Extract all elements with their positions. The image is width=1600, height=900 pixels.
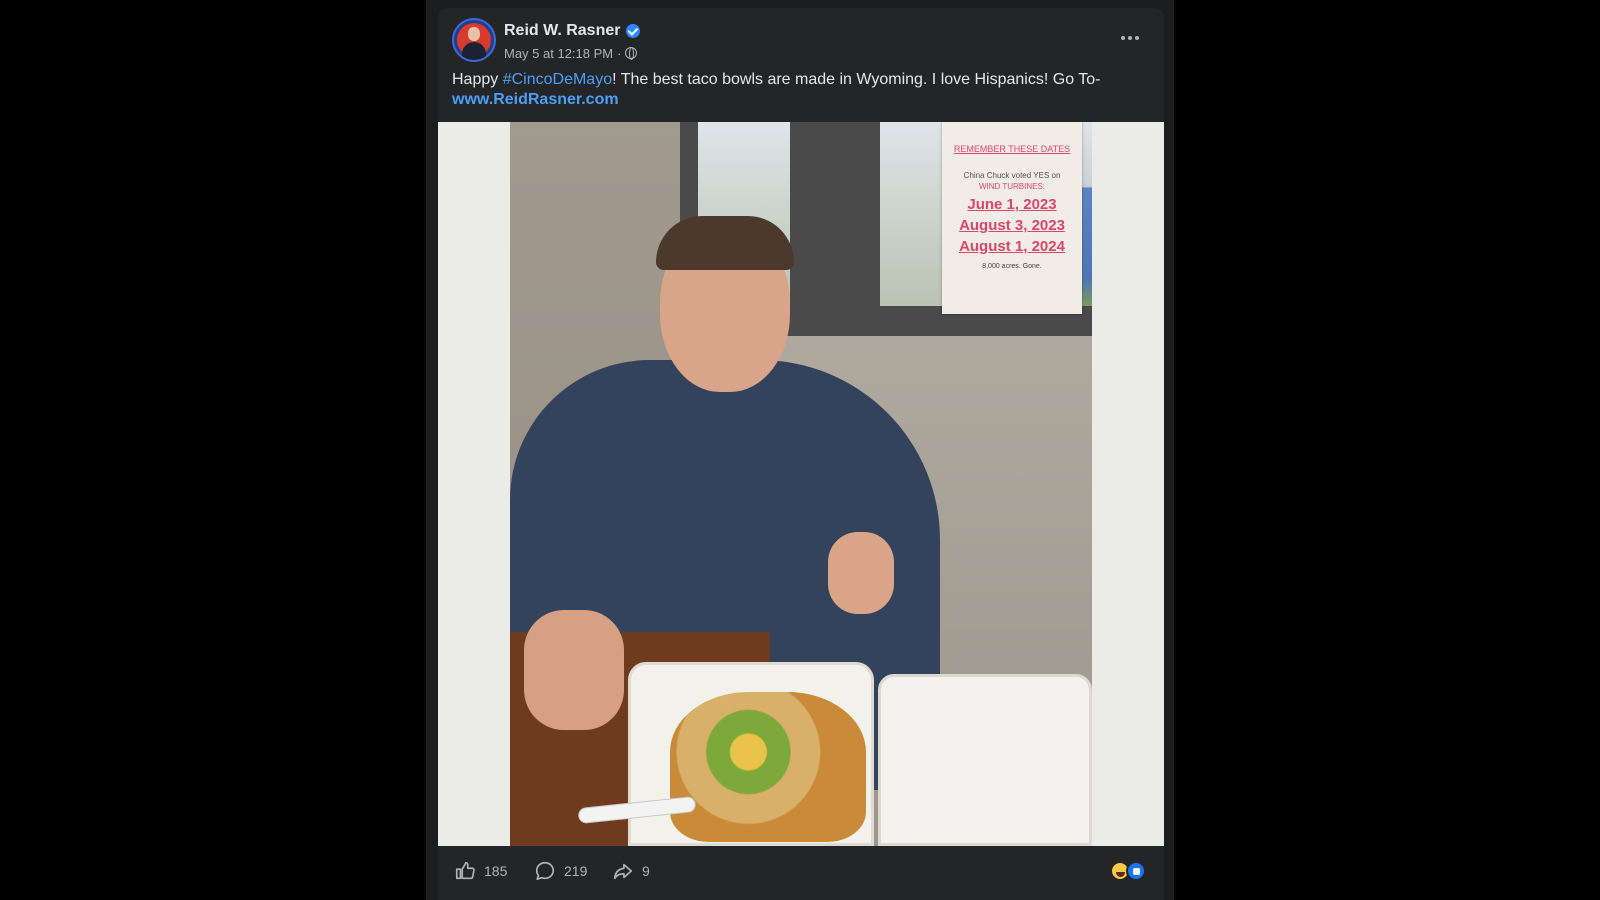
photo-scene: REMEMBER THESE DATES China Chuck voted Y… — [510, 122, 1092, 846]
avatar-face — [468, 27, 480, 41]
post-text-start: Happy — [452, 71, 503, 88]
verified-badge-icon — [626, 24, 641, 38]
author-avatar[interactable] — [452, 18, 496, 62]
thumbs-up-hand — [524, 610, 624, 730]
thumbs-up-hand — [828, 532, 894, 614]
post-meta: May 5 at 12:18 PM · — [504, 44, 638, 62]
comment-button[interactable]: 219 — [534, 846, 587, 896]
author-name[interactable]: Reid W. Rasner — [504, 22, 620, 40]
post-text-end: ! The best taco bowls are made in Wyomin… — [612, 71, 1101, 88]
person-hair — [656, 216, 794, 270]
hashtag-link[interactable]: #CincoDeMayo — [503, 71, 612, 88]
avatar-suit — [462, 42, 486, 60]
poster-date: June 1, 2023 — [967, 196, 1057, 213]
author-row: Reid W. Rasner — [504, 20, 641, 42]
like-button[interactable]: 185 — [454, 846, 507, 896]
poster-footer: 8,000 acres. Gone. — [982, 263, 1042, 270]
post-timestamp[interactable]: May 5 at 12:18 PM — [504, 46, 613, 61]
post-action-bar: 185 219 9 — [438, 846, 1164, 900]
thumbs-up-icon — [455, 861, 475, 880]
poster-line: China Chuck voted YES on — [963, 171, 1061, 180]
poster-heading: REMEMBER THESE DATES — [953, 144, 1071, 154]
post-photo[interactable]: REMEMBER THESE DATES China Chuck voted Y… — [438, 122, 1164, 846]
post-header: Reid W. Rasner May 5 at 12:18 PM · — [452, 18, 1150, 64]
website-link[interactable]: www.ReidRasner.com — [452, 91, 619, 108]
comment-bubble-icon — [535, 861, 555, 881]
like-reaction-icon — [1126, 861, 1146, 881]
container-lid — [878, 674, 1092, 846]
share-count: 9 — [642, 863, 650, 879]
poster-line: WIND TURBINES: — [978, 182, 1046, 191]
screen: Reid W. Rasner May 5 at 12:18 PM · Happy… — [0, 0, 1600, 900]
more-options-icon — [1128, 36, 1132, 40]
facebook-post-card: Reid W. Rasner May 5 at 12:18 PM · Happy… — [438, 8, 1164, 900]
post-text: Happy #CincoDeMayo! The best taco bowls … — [452, 70, 1142, 110]
comment-count: 219 — [564, 863, 588, 879]
more-options-icon — [1135, 36, 1139, 40]
poster-date: August 3, 2023 — [959, 217, 1065, 234]
meta-separator: · — [617, 45, 622, 61]
taco-bowl — [670, 692, 866, 842]
campaign-poster: REMEMBER THESE DATES China Chuck voted Y… — [942, 122, 1082, 314]
globe-icon[interactable] — [625, 47, 638, 60]
more-options-icon — [1121, 36, 1125, 40]
reaction-summary[interactable] — [1110, 861, 1150, 881]
share-button[interactable]: 9 — [612, 846, 650, 896]
more-options-button[interactable] — [1116, 28, 1144, 48]
like-count: 185 — [484, 863, 508, 879]
poster-date: August 1, 2024 — [959, 238, 1065, 255]
share-arrow-icon — [613, 863, 633, 880]
